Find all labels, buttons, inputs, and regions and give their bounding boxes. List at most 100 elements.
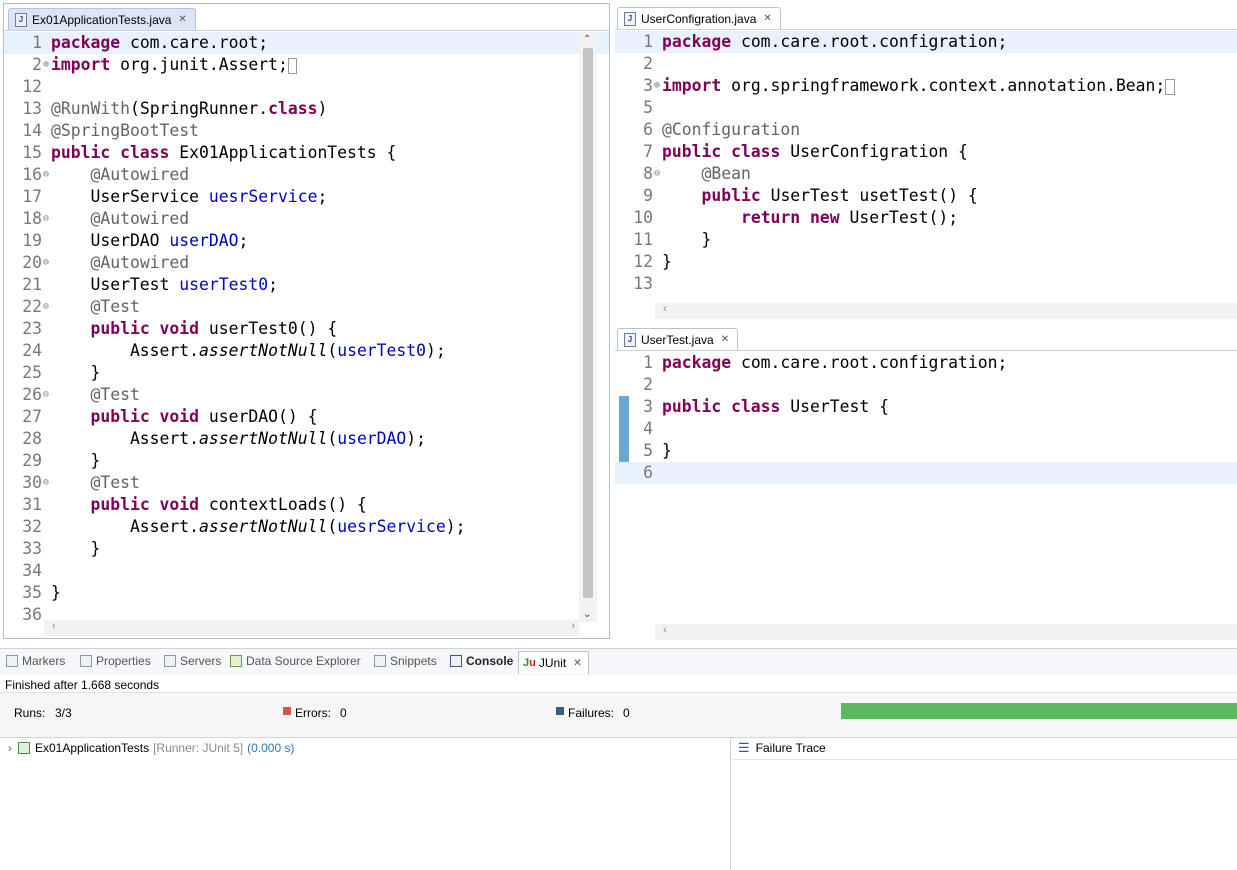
code-text[interactable]: @Test bbox=[51, 296, 139, 318]
tab-snippets[interactable]: Snippets bbox=[374, 649, 437, 673]
collapse-fold-icon[interactable]: ⊖ bbox=[43, 164, 49, 186]
code-text[interactable]: @RunWith(SpringRunner.class) bbox=[51, 98, 327, 120]
code-text[interactable]: @Test bbox=[51, 384, 139, 406]
code-line[interactable]: 13 @RunWith(SpringRunner.class) bbox=[4, 98, 609, 120]
code-text[interactable]: @Test bbox=[51, 472, 139, 494]
code-line[interactable]: 11 } bbox=[615, 229, 1237, 251]
code-line[interactable]: 26 ⊖ @Test bbox=[4, 384, 609, 406]
code-text[interactable]: } bbox=[51, 538, 100, 560]
scroll-left-arrow-icon[interactable]: ‹ bbox=[52, 620, 56, 632]
code-text[interactable]: package com.care.root.configration; bbox=[662, 31, 1007, 53]
code-text[interactable]: public class Ex01ApplicationTests { bbox=[51, 142, 396, 164]
code-line[interactable]: 5} bbox=[615, 440, 1237, 462]
code-text[interactable]: UserTest userTest0; bbox=[51, 274, 278, 296]
code-line[interactable]: 9 public UserTest usetTest() { bbox=[615, 185, 1237, 207]
code-text[interactable]: return new UserTest(); bbox=[662, 207, 958, 229]
code-text[interactable]: Assert.assertNotNull(userDAO); bbox=[51, 428, 426, 450]
code-line[interactable]: 25 } bbox=[4, 362, 609, 384]
tab-userconfigration[interactable]: J UserConfigration.java ✕ bbox=[617, 7, 781, 29]
test-tree[interactable]: › Ex01ApplicationTests [Runner: JUnit 5]… bbox=[0, 737, 731, 870]
code-line[interactable]: 2 bbox=[615, 53, 1237, 75]
code-line[interactable]: 1 package com.care.root.configration; bbox=[615, 352, 1237, 374]
code-line[interactable]: 16 ⊖ @Autowired bbox=[4, 164, 609, 186]
tab-servers[interactable]: Servers bbox=[164, 649, 221, 673]
code-line[interactable]: 28 Assert.assertNotNull(userDAO); bbox=[4, 428, 609, 450]
code-text[interactable]: public class UserTest { bbox=[662, 396, 889, 418]
right-bottom-editor[interactable]: J UserTest.java ✕ 1 package com.care.root… bbox=[615, 324, 1237, 640]
code-line[interactable]: 20 ⊖ @Autowired bbox=[4, 252, 609, 274]
tab-junit[interactable]: Ju JUnit ✕ bbox=[518, 651, 589, 674]
code-text[interactable]: import org.junit.Assert; bbox=[51, 54, 298, 77]
code-line[interactable]: 35} bbox=[4, 582, 609, 604]
scroll-up-arrow-icon[interactable]: ⌃ bbox=[583, 34, 591, 45]
code-line[interactable]: 12} bbox=[615, 251, 1237, 273]
collapse-fold-icon[interactable]: ⊖ bbox=[43, 208, 49, 230]
code-line[interactable]: 33 } bbox=[4, 538, 609, 560]
left-editor[interactable]: J Ex01ApplicationTests.java ✕ 1 package c… bbox=[3, 3, 610, 639]
collapse-fold-icon[interactable]: ⊖ bbox=[43, 384, 49, 406]
expand-fold-icon[interactable]: ⊕ bbox=[43, 54, 49, 76]
collapse-fold-icon[interactable]: ⊖ bbox=[43, 296, 49, 318]
close-icon[interactable]: ✕ bbox=[178, 14, 186, 25]
code-text[interactable]: package com.care.root; bbox=[51, 32, 268, 54]
scroll-thumb[interactable] bbox=[583, 48, 593, 598]
code-area[interactable]: 1 package com.care.root.configration; 2 3 pu… bbox=[615, 352, 1237, 622]
code-line[interactable]: 22 ⊖ @Test bbox=[4, 296, 609, 318]
chevron-right-icon[interactable]: › bbox=[8, 741, 12, 755]
code-line[interactable]: 1 package com.care.root.configration; bbox=[615, 31, 1237, 53]
code-text[interactable]: package com.care.root.configration; bbox=[662, 352, 1007, 374]
code-line[interactable]: 1 package com.care.root; bbox=[4, 32, 609, 54]
code-line[interactable]: 5 bbox=[615, 97, 1237, 119]
code-area[interactable]: 1 package com.care.root.configration; 2 3 ⊕ i… bbox=[615, 31, 1237, 303]
close-icon[interactable]: ✕ bbox=[721, 334, 729, 345]
code-text[interactable]: public void userDAO() { bbox=[51, 406, 317, 428]
scroll-left-arrow-icon[interactable]: ‹ bbox=[663, 624, 667, 636]
code-text[interactable]: } bbox=[662, 440, 672, 462]
code-text[interactable]: Assert.assertNotNull(uesrService); bbox=[51, 516, 466, 538]
code-text[interactable]: @Autowired bbox=[51, 252, 189, 274]
code-line[interactable]: 2 bbox=[615, 374, 1237, 396]
code-text[interactable]: } bbox=[662, 229, 711, 251]
scroll-down-arrow-icon[interactable]: ⌄ bbox=[583, 609, 591, 620]
code-text[interactable]: public void contextLoads() { bbox=[51, 494, 366, 516]
collapse-fold-icon[interactable]: ⊖ bbox=[43, 472, 49, 494]
code-line[interactable]: 7 public class UserConfigration { bbox=[615, 141, 1237, 163]
code-line[interactable]: 15 public class Ex01ApplicationTests { bbox=[4, 142, 609, 164]
code-line[interactable]: 31 public void contextLoads() { bbox=[4, 494, 609, 516]
code-line[interactable]: 3 ⊕ import org.springframework.context.ann… bbox=[615, 75, 1237, 97]
horizontal-scrollbar[interactable]: ‹ bbox=[655, 624, 1237, 640]
code-text[interactable]: } bbox=[51, 582, 61, 604]
code-line[interactable]: 18 ⊖ @Autowired bbox=[4, 208, 609, 230]
code-text[interactable]: UserService uesrService; bbox=[51, 186, 327, 208]
collapse-fold-icon[interactable]: ⊖ bbox=[43, 252, 49, 274]
code-line[interactable]: 4 bbox=[615, 418, 1237, 440]
horizontal-scrollbar[interactable]: ‹ › bbox=[44, 620, 579, 636]
code-text[interactable]: public void userTest0() { bbox=[51, 318, 337, 340]
scroll-left-arrow-icon[interactable]: ‹ bbox=[663, 303, 667, 315]
code-line[interactable]: 6 bbox=[615, 462, 1237, 484]
code-text[interactable]: } bbox=[51, 450, 100, 472]
code-text[interactable]: @Autowired bbox=[51, 164, 189, 186]
code-text[interactable]: @SpringBootTest bbox=[51, 120, 199, 142]
close-icon[interactable]: ✕ bbox=[573, 658, 581, 669]
code-line[interactable]: 14 @SpringBootTest bbox=[4, 120, 609, 142]
tab-data-source-explorer[interactable]: Data Source Explorer bbox=[230, 649, 361, 673]
code-text[interactable]: @Configuration bbox=[662, 119, 800, 141]
code-text[interactable]: public class UserConfigration { bbox=[662, 141, 968, 163]
tab-usertest[interactable]: J UserTest.java ✕ bbox=[617, 328, 739, 350]
expand-fold-icon[interactable]: ⊕ bbox=[654, 75, 660, 97]
tab-console[interactable]: Console bbox=[450, 649, 513, 673]
code-text[interactable]: } bbox=[51, 362, 100, 384]
scroll-right-arrow-icon[interactable]: › bbox=[571, 620, 575, 632]
code-line[interactable]: 3 public class UserTest { bbox=[615, 396, 1237, 418]
code-line[interactable]: 23 public void userTest0() { bbox=[4, 318, 609, 340]
code-line[interactable]: 30 ⊖ @Test bbox=[4, 472, 609, 494]
code-line[interactable]: 6 @Configuration bbox=[615, 119, 1237, 141]
code-line[interactable]: 8 ⊖ @Bean bbox=[615, 163, 1237, 185]
collapse-fold-icon[interactable]: ⊖ bbox=[654, 163, 660, 185]
code-line[interactable]: 29 } bbox=[4, 450, 609, 472]
code-text[interactable]: } bbox=[662, 251, 672, 273]
code-text[interactable]: UserDAO userDAO; bbox=[51, 230, 248, 252]
code-line[interactable]: 24 Assert.assertNotNull(userTest0); bbox=[4, 340, 609, 362]
code-text[interactable]: public UserTest usetTest() { bbox=[662, 185, 977, 207]
